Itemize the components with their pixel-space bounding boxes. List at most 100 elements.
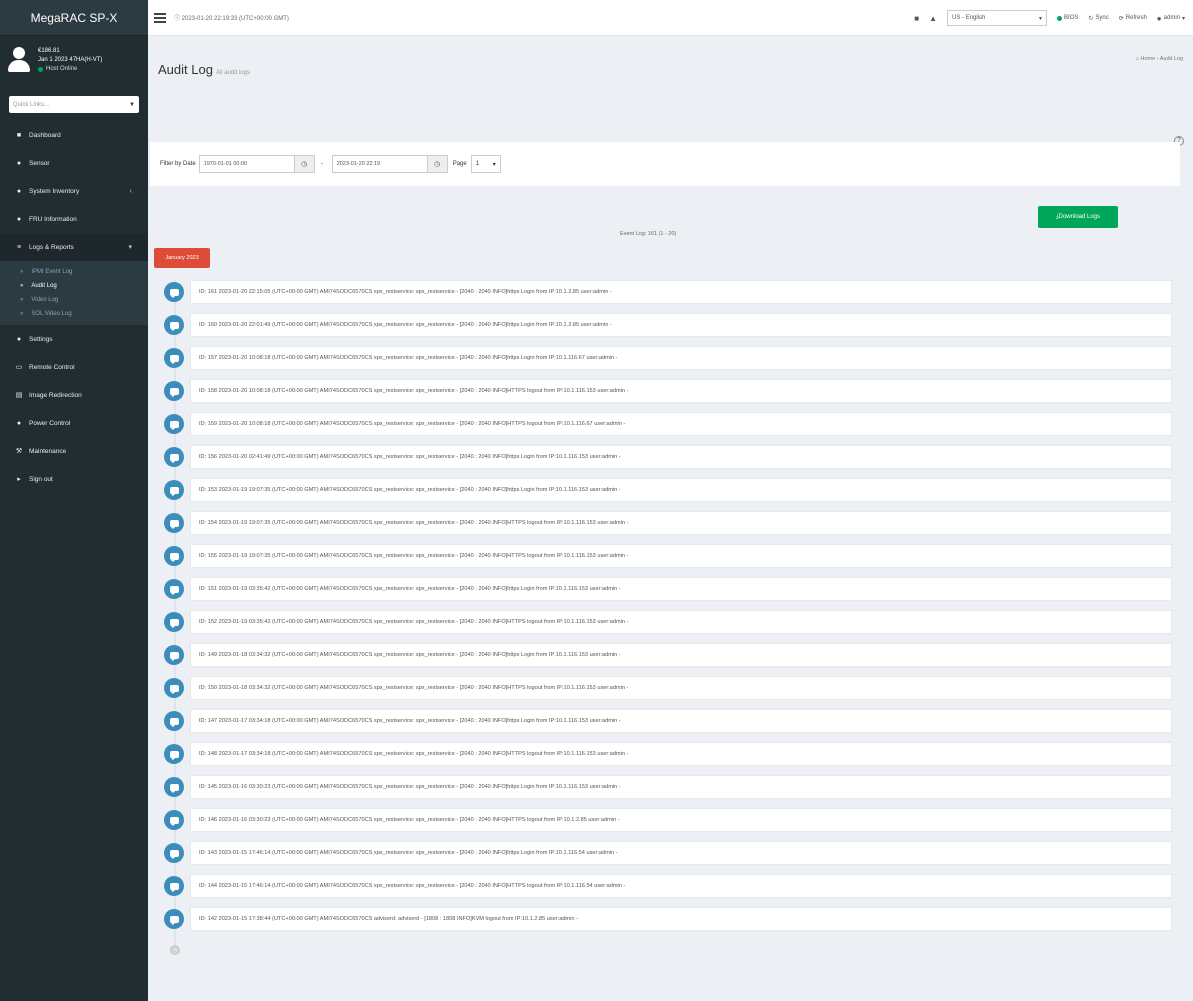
- sidebar-subitem-video-log[interactable]: » Video Log: [0, 293, 148, 307]
- timeline-row: ID: 152 2023-01-19 03:35:42 (UTC+00:00 G…: [164, 610, 1174, 636]
- comment-icon: [164, 876, 184, 896]
- sidebar-subitem-sol-video-log[interactable]: » SOL Video Log: [0, 307, 148, 321]
- sidebar-item-label: Sign out: [29, 475, 53, 483]
- comment-icon: [164, 843, 184, 863]
- sidebar-item-system-inventory[interactable]: ● System Inventory ‹: [0, 177, 148, 205]
- sidebar-item-remote-control[interactable]: ▭ Remote Control: [0, 353, 148, 381]
- clock-icon: ◷: [170, 945, 180, 955]
- signout-icon: ▸: [17, 476, 21, 483]
- wrench-icon: ⚒: [15, 448, 23, 455]
- caret-down-icon: ▾: [1181, 15, 1185, 22]
- double-chevron-icon: »: [20, 269, 24, 275]
- timeline-row: ID: 142 2023-01-15 17:38:44 (UTC+00:00 G…: [164, 907, 1174, 933]
- breadcrumb-home[interactable]: Home: [1140, 56, 1155, 62]
- comment-icon: [164, 777, 184, 797]
- log-count: Event Log: 161 (1 - 20): [620, 231, 677, 237]
- timeline-row: ID: 147 2023-01-17 03:34:18 (UTC+00:00 G…: [164, 709, 1174, 735]
- settings-icon: ●: [16, 335, 22, 343]
- comment-icon: [164, 348, 184, 368]
- audit-log-timeline: ⤓ Download Logs Event Log: 161 (1 - 20) J…: [150, 196, 1180, 1001]
- refresh-button[interactable]: ⟳ Refresh: [1119, 15, 1147, 22]
- log-entry: ID: 144 2023-01-15 17:46:14 (UTC+00:00 G…: [190, 874, 1172, 898]
- sidebar-item-label: FRU Information: [29, 215, 77, 223]
- header-actions: ■ ▲ US - English ▾ BIOS ↻ Sync ⟳ Refresh ● a…: [914, 0, 1185, 36]
- sidebar-item-maintenance[interactable]: ⚒ Maintenance: [0, 437, 148, 465]
- main-content: Audit Log All audit logs ⌂ Home › Audit L…: [148, 36, 1193, 1001]
- chevron-left-icon: ‹: [129, 187, 132, 195]
- calendar-icon[interactable]: ◷: [294, 155, 315, 173]
- comment-icon: [164, 711, 184, 731]
- log-entry: ID: 150 2023-01-18 03:34:32 (UTC+00:00 G…: [190, 676, 1172, 700]
- comment-icon: [164, 546, 184, 566]
- log-entry: ID: 155 2023-01-19 19:07:35 (UTC+00:00 G…: [190, 544, 1172, 568]
- timeline-row: ID: 156 2023-01-20 02:41:49 (UTC+00:00 G…: [164, 445, 1174, 471]
- chart-icon: ≡: [16, 243, 22, 251]
- log-entry: ID: 156 2023-01-20 02:41:49 (UTC+00:00 G…: [190, 445, 1172, 469]
- brand-logo[interactable]: MegaRAC SP-X: [0, 0, 148, 36]
- download-logs-button[interactable]: ⤓ Download Logs: [1038, 206, 1118, 228]
- comment-icon: [164, 480, 184, 500]
- sidebar-item-sensor[interactable]: ● Sensor: [0, 149, 148, 177]
- sync-button[interactable]: ↻ Sync: [1088, 15, 1108, 22]
- timeline-row: ID: 158 2023-01-20 10:08:18 (UTC+00:00 G…: [164, 379, 1174, 405]
- breadcrumb: ⌂ Home › Audit Log: [1135, 56, 1183, 62]
- bios-status-icon: [1057, 15, 1063, 21]
- timeline-row: ID: 159 2023-01-20 10:08:18 (UTC+00:00 G…: [164, 412, 1174, 438]
- timeline-row: ID: 145 2023-01-16 03:30:23 (UTC+00:00 G…: [164, 775, 1174, 801]
- menu-toggle-icon[interactable]: [154, 11, 166, 25]
- page-select[interactable]: 1 ▾: [470, 155, 501, 173]
- sidebar-item-label: Sensor: [29, 159, 50, 167]
- timeline-row: ID: 146 2023-01-16 03:30:23 (UTC+00:00 G…: [164, 808, 1174, 834]
- sidebar-item-label: Power Control: [29, 419, 71, 427]
- sidebar-item-sign-out[interactable]: ▸ Sign out: [0, 465, 148, 493]
- sidebar-item-logs-reports[interactable]: ≡ Logs & Reports ▾: [0, 233, 148, 261]
- sidebar-item-label: Image Redirection: [29, 391, 82, 399]
- quick-links-select[interactable]: Quick Links... ▼: [9, 96, 139, 113]
- sidebar-item-power-control[interactable]: ● Power Control: [0, 409, 148, 437]
- user-menu[interactable]: ● admin ▾: [1157, 14, 1185, 23]
- log-entry: ID: 159 2023-01-20 10:08:18 (UTC+00:00 G…: [190, 412, 1172, 436]
- comment-icon: [164, 513, 184, 533]
- log-entry: ID: 151 2023-01-19 03:35:42 (UTC+00:00 G…: [190, 577, 1172, 601]
- double-chevron-icon: »: [20, 311, 24, 317]
- calendar-icon[interactable]: ◷: [427, 155, 448, 173]
- sidebar-item-label: Dashboard: [29, 131, 61, 139]
- status-dot-icon: [38, 66, 43, 72]
- timeline-row: ID: 157 2023-01-20 10:08:18 (UTC+00:00 G…: [164, 346, 1174, 372]
- sidebar-subitem-audit-log[interactable]: » Audit Log: [0, 279, 148, 293]
- log-entry: ID: 154 2023-01-19 19:07:35 (UTC+00:00 G…: [190, 511, 1172, 535]
- log-entry: ID: 146 2023-01-16 03:30:23 (UTC+00:00 G…: [190, 808, 1172, 832]
- sidebar-subitem-ipmi-event-log[interactable]: » IPMI Event Log: [0, 265, 148, 279]
- sidebar-subitem-label: Audit Log: [31, 283, 57, 289]
- language-select[interactable]: US - English ▾: [947, 10, 1048, 26]
- timeline-row: ID: 143 2023-01-15 17:46:14 (UTC+00:00 G…: [164, 841, 1174, 867]
- sidebar-item-fru-information[interactable]: ● FRU Information: [0, 205, 148, 233]
- warning-icon[interactable]: ▲: [929, 14, 937, 23]
- notifications-icon[interactable]: ■: [914, 14, 919, 23]
- log-entry: ID: 157 2023-01-20 10:08:18 (UTC+00:00 G…: [190, 346, 1172, 370]
- header-datetime: ⓘ 2023-01-20 22:19:33 (UTC+00:00 GMT): [174, 16, 289, 22]
- timeline-row: ID: 160 2023-01-20 22:01:49 (UTC+00:00 G…: [164, 313, 1174, 339]
- log-entry: ID: 148 2023-01-17 03:34:18 (UTC+00:00 G…: [190, 742, 1172, 766]
- log-entry: ID: 158 2023-01-20 10:08:18 (UTC+00:00 G…: [190, 379, 1172, 403]
- start-date-input[interactable]: 1970-01-01 00:00: [198, 155, 295, 173]
- user-detail: Jan 1 2023 47HA(H-VT): [38, 56, 103, 63]
- comment-icon: [164, 744, 184, 764]
- sidebar-subitem-label: SOL Video Log: [31, 311, 72, 317]
- log-entry: ID: 147 2023-01-17 03:34:18 (UTC+00:00 G…: [190, 709, 1172, 733]
- sidebar-item-settings[interactable]: ● Settings: [0, 325, 148, 353]
- sidebar-item-label: Settings: [29, 335, 53, 343]
- log-entry: ID: 160 2023-01-20 22:01:49 (UTC+00:00 G…: [190, 313, 1172, 337]
- timeline-row: ID: 153 2023-01-19 19:07:35 (UTC+00:00 G…: [164, 478, 1174, 504]
- end-date-input[interactable]: 2023-01-20 22:19: [331, 155, 428, 173]
- timeline-row: ID: 149 2023-01-18 03:34:32 (UTC+00:00 G…: [164, 643, 1174, 669]
- sidebar-item-dashboard[interactable]: ■ Dashboard: [0, 121, 148, 149]
- user-name: €186.81: [38, 47, 60, 54]
- sidebar-item-image-redirection[interactable]: ▤ Image Redirection: [0, 381, 148, 409]
- breadcrumb-current: Audit Log: [1159, 56, 1183, 62]
- bios-link[interactable]: BIOS: [1057, 15, 1078, 21]
- timeline-month-label: January 2023: [154, 248, 210, 268]
- dashboard-icon: ■: [16, 131, 22, 139]
- log-entry: ID: 161 2023-01-20 22:15:05 (UTC+00:00 G…: [190, 280, 1172, 304]
- log-entry: ID: 143 2023-01-15 17:46:14 (UTC+00:00 G…: [190, 841, 1172, 865]
